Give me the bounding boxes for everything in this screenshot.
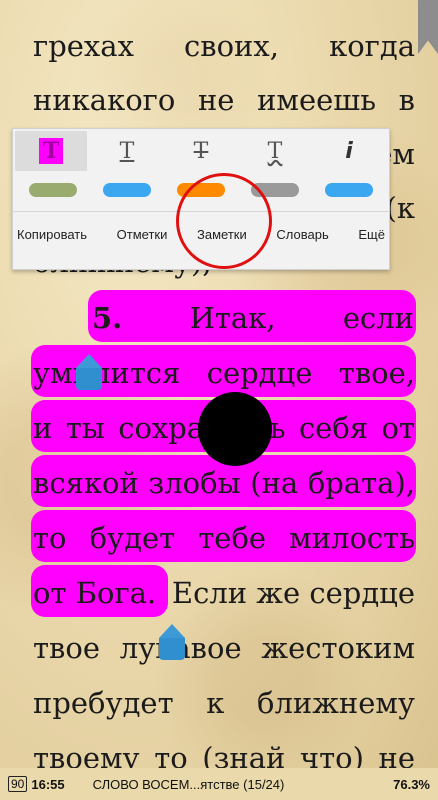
menu-dictionary[interactable]: Словарь bbox=[276, 227, 328, 257]
annotation-circle bbox=[176, 173, 272, 269]
text-word: если bbox=[342, 301, 414, 335]
strikethrough-tool-icon[interactable]: T bbox=[165, 131, 237, 171]
text-line: всякой злобы (на брата), bbox=[33, 466, 415, 500]
selection-end-handle[interactable] bbox=[159, 624, 185, 660]
text-line: от Бога. Если же сердце bbox=[33, 571, 415, 615]
paragraph-number: 5. bbox=[92, 301, 123, 335]
menu-bookmarks[interactable]: Отметки bbox=[117, 227, 168, 257]
info-icon[interactable]: i bbox=[313, 131, 385, 171]
book-title: СЛОВО ВОСЕМ...ятстве (15/24) bbox=[92, 776, 285, 792]
text-line: пребудет к ближнему bbox=[33, 686, 415, 720]
text-line: твоему то (знай что) не bbox=[33, 741, 415, 768]
clock: 16:55 bbox=[31, 776, 65, 792]
highlight-tool-icon[interactable]: T bbox=[15, 131, 87, 171]
underline-tool-icon[interactable]: T bbox=[91, 131, 163, 171]
touch-indicator bbox=[198, 392, 272, 466]
wavy-underline-tool-icon[interactable]: T bbox=[239, 131, 311, 171]
text-line: никакого не имеешь в bbox=[33, 83, 415, 117]
text-line: грехах своих, когда bbox=[33, 29, 415, 63]
menu-copy[interactable]: Копировать bbox=[17, 227, 87, 257]
text-word: Итак, bbox=[189, 301, 276, 335]
text-line: твое лукавое жестоким bbox=[33, 631, 415, 665]
color-swatch-blue[interactable] bbox=[103, 183, 151, 197]
text-line: то будет тебе милость bbox=[33, 521, 415, 555]
menu-more[interactable]: Ещё bbox=[358, 227, 385, 257]
text-word: Если же сердце bbox=[171, 576, 415, 610]
reader-text-area[interactable]: грехах своих, когда никакого не имеешь в… bbox=[0, 0, 438, 768]
color-swatch-blue-2[interactable] bbox=[325, 183, 373, 197]
reading-progress: 76.3% bbox=[393, 776, 430, 792]
color-swatch-green[interactable] bbox=[29, 183, 77, 197]
text-word: от Бога. bbox=[33, 576, 157, 610]
selection-start-handle[interactable] bbox=[76, 354, 102, 390]
status-bar: 90 16:55 СЛОВО ВОСЕМ...ятстве (15/24) 76… bbox=[0, 768, 438, 800]
battery-indicator: 90 bbox=[8, 776, 28, 792]
paragraph-start-line: 5. Итак, если bbox=[92, 296, 414, 340]
